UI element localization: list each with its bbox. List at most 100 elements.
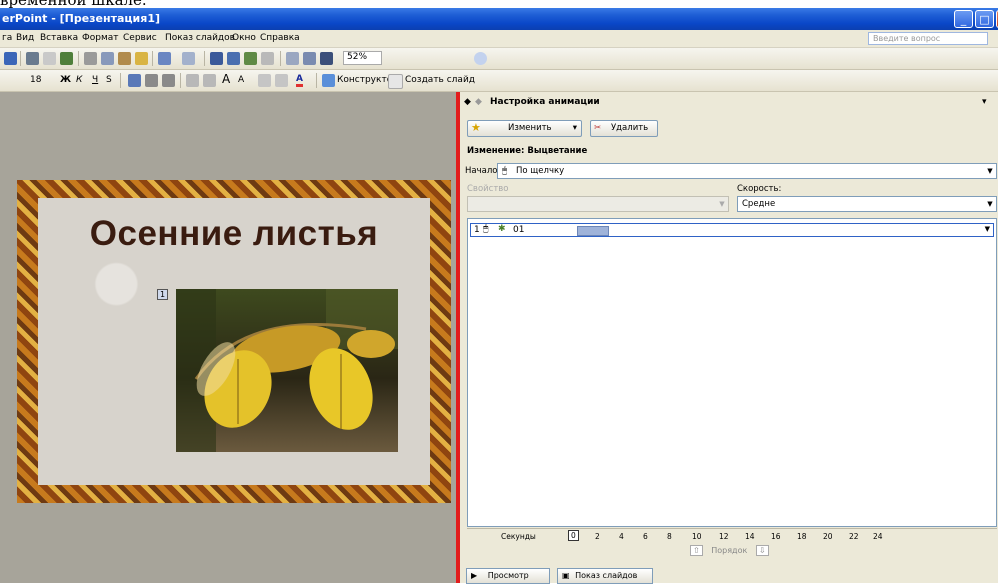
shadow-icon[interactable]: S	[106, 75, 112, 85]
play-button-label: Просмотр	[487, 571, 529, 580]
animation-timing-bar[interactable]	[577, 226, 609, 236]
property-label: Свойство	[467, 184, 509, 194]
chevron-down-icon[interactable]: ▼	[985, 225, 990, 233]
menu-item-slideshow[interactable]: Показ слайдов	[165, 33, 235, 43]
timeline-tick: 10	[692, 532, 702, 541]
menu-item-file[interactable]: га	[2, 33, 12, 43]
slideshow-button-label: Показ слайдов	[575, 571, 638, 580]
increase-font-icon[interactable]: A	[222, 72, 230, 86]
new-slide-button[interactable]: Создать слайд	[405, 75, 475, 85]
timeline-tick: 6	[643, 532, 648, 541]
animation-order-tag[interactable]: 1	[157, 289, 168, 300]
decrease-font-icon[interactable]: A	[238, 75, 244, 85]
show-formatting-icon[interactable]	[303, 52, 316, 65]
grid-icon[interactable]	[244, 52, 257, 65]
effect-star-icon: ✱	[498, 224, 506, 234]
window-title: erPoint - [Презентация1]	[2, 12, 161, 25]
play-button[interactable]: ▶ Просмотр	[466, 568, 550, 584]
italic-icon[interactable]: К	[76, 75, 82, 85]
align-right-icon[interactable]	[162, 74, 175, 87]
increase-indent-icon[interactable]	[275, 74, 288, 87]
change-button[interactable]: ★ Изменить ▾	[467, 120, 582, 137]
print-icon[interactable]	[26, 52, 39, 65]
align-left-icon[interactable]	[128, 74, 141, 87]
maximize-icon[interactable]: □	[975, 10, 994, 28]
bold-icon[interactable]: Ж	[60, 75, 71, 85]
start-select[interactable]: 🖱 По щелчку ▼	[497, 163, 997, 179]
reorder-row: ⇧ Порядок ⇩	[690, 545, 769, 556]
timeline-tick: 12	[719, 532, 729, 541]
help-icon[interactable]	[474, 52, 487, 65]
move-down-icon[interactable]: ⇩	[755, 545, 769, 556]
speed-value: Средне	[742, 199, 776, 209]
menu-item-insert[interactable]: Вставка	[40, 33, 78, 43]
timeline-tick: 22	[849, 532, 859, 541]
delete-button-label: Удалить	[611, 123, 649, 133]
undo-icon[interactable]	[158, 52, 171, 65]
bullets-icon[interactable]	[203, 74, 216, 87]
slide-title[interactable]: Осенние листья	[38, 214, 430, 254]
menu-item-window[interactable]: Окно	[232, 33, 256, 43]
menu-item-view[interactable]: Вид	[16, 33, 34, 43]
timeline-tick: 2	[595, 532, 600, 541]
start-value: По щелчку	[516, 166, 565, 176]
align-center-icon[interactable]	[145, 74, 158, 87]
menu-item-tools[interactable]: Сервис	[123, 33, 157, 43]
slideshow-icon: ▣	[562, 571, 570, 580]
help-search-input[interactable]: Введите вопрос	[868, 32, 988, 45]
underline-icon[interactable]: Ч	[92, 75, 98, 85]
move-up-icon[interactable]: ⇧	[690, 545, 703, 556]
effect-caption: Изменение: Выцветание	[467, 146, 588, 156]
redo-icon[interactable]	[182, 52, 195, 65]
caption-strip: временной шкале.	[0, 0, 998, 8]
pane-menu-arrow-icon[interactable]: ▾	[982, 97, 987, 107]
autumn-leaves-photo[interactable]	[176, 289, 398, 452]
spelling-icon[interactable]	[60, 52, 73, 65]
advanced-timeline: Секунды 0 2 4 6 8 10 12 14 16 18 20 22 2…	[467, 528, 997, 544]
menu-item-format[interactable]: Формат	[82, 33, 119, 43]
formatting-toolbar: 18 Ж К Ч S A A A Конструктор Создать сла…	[0, 70, 998, 92]
chart-icon[interactable]	[210, 52, 223, 65]
table-icon[interactable]	[227, 52, 240, 65]
timeline-tick: 16	[771, 532, 781, 541]
speed-label: Скорость:	[737, 184, 782, 194]
new-slide-icon[interactable]	[388, 74, 403, 89]
speed-select[interactable]: Средне ▼	[737, 196, 997, 212]
forward-arrow-icon[interactable]: ◆	[475, 97, 482, 107]
grayscale-icon[interactable]	[320, 52, 333, 65]
start-label: Начало:	[465, 166, 501, 176]
decrease-indent-icon[interactable]	[258, 74, 271, 87]
animation-list[interactable]	[467, 218, 997, 527]
delete-button[interactable]: ✂ Удалить	[590, 120, 658, 137]
standard-toolbar: 52%	[0, 48, 998, 70]
design-icon[interactable]	[322, 74, 335, 87]
format-painter-icon[interactable]	[135, 52, 148, 65]
font-color-icon[interactable]: A	[296, 75, 303, 87]
copy-icon[interactable]	[101, 52, 114, 65]
menu-item-help[interactable]: Справка	[260, 33, 300, 43]
task-pane-title: Настройка анимации	[490, 97, 600, 107]
font-size-select[interactable]: 18	[30, 75, 41, 85]
order-label: Порядок	[711, 546, 748, 555]
cut-icon[interactable]	[84, 52, 97, 65]
menu-bar: га Вид Вставка Формат Сервис Показ слайд…	[0, 30, 998, 48]
anim-item-index: 1	[474, 225, 480, 235]
chevron-down-icon: ▼	[719, 200, 725, 208]
timeline-tick: 4	[619, 532, 624, 541]
minimize-icon[interactable]: _	[954, 10, 973, 28]
preview-icon[interactable]	[43, 52, 56, 65]
back-arrow-icon[interactable]: ◆	[464, 97, 471, 107]
task-pane-header: ◆ ◆ Настройка анимации ▾	[460, 96, 998, 110]
paste-icon[interactable]	[118, 52, 131, 65]
slideshow-button[interactable]: ▣ Показ слайдов	[557, 568, 653, 584]
numbering-icon[interactable]	[186, 74, 199, 87]
animation-list-item[interactable]: 1 🖱 ✱ 01 ▼	[470, 223, 994, 237]
save-icon[interactable]	[4, 52, 17, 65]
star-icon: ★	[471, 121, 481, 134]
timeline-tick: 0	[568, 530, 579, 541]
zoom-select[interactable]: 52%	[343, 51, 383, 65]
timeline-label[interactable]: Секунды	[501, 532, 536, 541]
hyperlink-icon[interactable]	[261, 52, 274, 65]
expand-icon[interactable]	[286, 52, 299, 65]
timeline-tick: 14	[745, 532, 755, 541]
